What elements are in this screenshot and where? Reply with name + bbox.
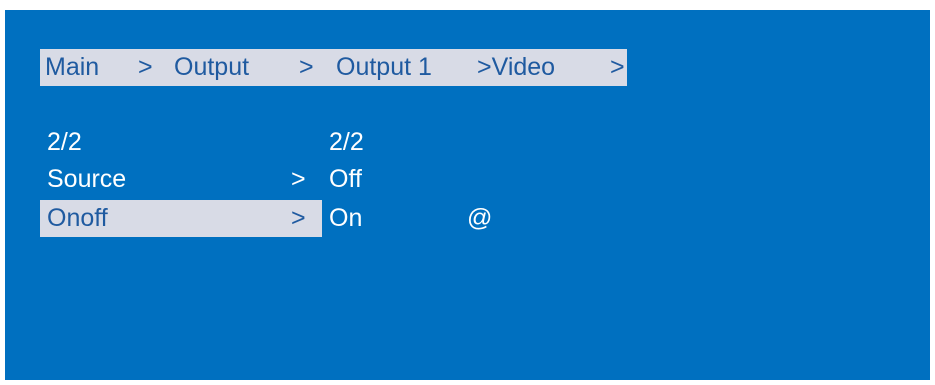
page-indicator-left: 2/2 bbox=[47, 128, 82, 156]
menu-item-label: Onoff bbox=[47, 204, 108, 232]
breadcrumb: Main > Output > Output 1 >Video > bbox=[40, 49, 627, 86]
page-indicator-right: 2/2 bbox=[329, 128, 364, 156]
selected-marker-icon: @ bbox=[467, 204, 493, 232]
submenu-arrow: > bbox=[291, 204, 306, 232]
submenu-arrow: > bbox=[291, 165, 306, 193]
breadcrumb-video[interactable]: >Video bbox=[477, 52, 555, 83]
breadcrumb-separator: > bbox=[299, 53, 314, 81]
osd-screen: Main > Output > Output 1 >Video > 2/2 2/… bbox=[5, 10, 930, 380]
breadcrumb-output[interactable]: Output bbox=[174, 52, 249, 83]
breadcrumb-separator: > bbox=[138, 53, 153, 81]
breadcrumb-output-1[interactable]: Output 1 bbox=[336, 52, 432, 83]
menu-item-value: Off bbox=[329, 165, 362, 193]
menu-item-value: On bbox=[329, 204, 363, 232]
breadcrumb-main[interactable]: Main bbox=[45, 52, 99, 83]
menu-item-label: Source bbox=[47, 165, 127, 193]
breadcrumb-separator: > bbox=[610, 53, 625, 81]
